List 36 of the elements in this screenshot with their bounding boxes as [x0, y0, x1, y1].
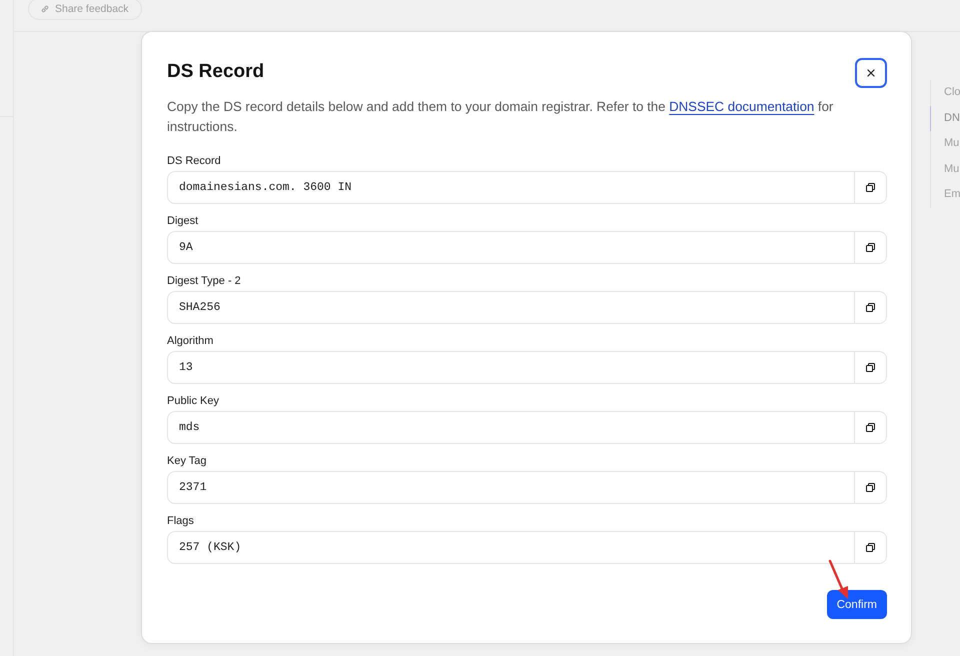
- pointer-arrow-icon: [828, 559, 850, 601]
- dialog-description: Copy the DS record details below and add them to your domain registrar. Refer to the DNSSEC documentation for instructions.: [167, 98, 834, 136]
- field-value: domainesians.com. 3600 IN: [178, 181, 353, 194]
- field-label: Algorithm: [167, 334, 214, 348]
- record-value-field[interactable]: 9A: [167, 231, 887, 264]
- copy-icon: [866, 363, 875, 372]
- field-value: mds: [178, 421, 201, 434]
- field-value: 2371: [178, 481, 208, 494]
- field-label: Key Tag: [167, 454, 207, 468]
- record-value-field[interactable]: 257 (KSK): [167, 531, 887, 564]
- field-value: 257 (KSK): [178, 541, 242, 554]
- field-label: DS Record: [167, 154, 221, 168]
- copy-icon: [866, 243, 875, 252]
- record-value-field[interactable]: SHA256: [167, 291, 887, 324]
- dialog-title: DS Record: [167, 60, 264, 84]
- dnssec-documentation-link[interactable]: DNSSEC documentation: [669, 99, 814, 114]
- field-label: Public Key: [167, 394, 219, 408]
- record-value-field[interactable]: mds: [167, 411, 887, 444]
- field-value: 9A: [178, 241, 194, 254]
- field-label: Flags: [167, 514, 194, 528]
- close-icon: [867, 69, 875, 77]
- record-value-field[interactable]: 13: [167, 351, 887, 384]
- field-value: SHA256: [178, 301, 222, 314]
- copy-icon: [866, 183, 875, 192]
- field-label: Digest Type - 2: [167, 274, 241, 288]
- close-button[interactable]: [855, 58, 887, 88]
- record-value-field[interactable]: 2371: [167, 471, 887, 504]
- field-label: Digest: [167, 214, 198, 228]
- confirm-button[interactable]: Confirm: [826, 590, 887, 619]
- copy-icon: [866, 483, 875, 492]
- field-value: 13: [178, 361, 194, 374]
- copy-icon: [866, 543, 875, 552]
- record-value-field[interactable]: domainesians.com. 3600 IN: [167, 171, 887, 204]
- copy-icon: [866, 423, 875, 432]
- link-icon: [40, 4, 50, 14]
- copy-icon: [866, 303, 875, 312]
